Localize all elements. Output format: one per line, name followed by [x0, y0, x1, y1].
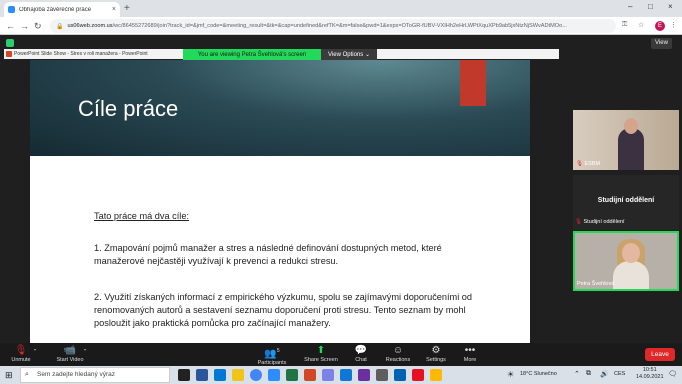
- clock-time: 10:51: [642, 367, 657, 373]
- notifications-icon[interactable]: 🗨: [668, 370, 677, 378]
- participant-name-esbm: 🎙 ESBM: [576, 161, 600, 167]
- onenote-app-icon[interactable]: [358, 369, 370, 381]
- participant-name-petra: Petra Švehlová: [577, 281, 615, 287]
- view-options-label: View Options: [328, 52, 364, 58]
- teams-app-icon[interactable]: [322, 369, 334, 381]
- maximize-button[interactable]: □: [648, 2, 653, 11]
- slide-point-2: 2. Využití získaných informací z empiric…: [94, 292, 473, 328]
- participants-icon: 👥5: [264, 348, 280, 360]
- weather-text[interactable]: 18°C Slunečno: [520, 371, 557, 377]
- profile-avatar[interactable]: E: [655, 21, 665, 31]
- tab-close-icon[interactable]: ×: [112, 6, 116, 13]
- clock-date: 14.09.2021: [636, 374, 664, 380]
- url-domain: us06web.zoom.us: [67, 23, 113, 29]
- language-indicator[interactable]: CES: [614, 371, 625, 377]
- view-button[interactable]: View: [651, 38, 672, 49]
- windows-taskbar: ⊞ ⌕ Sem zadejte hledaný výraz ☀ 18°C Slu…: [0, 366, 682, 384]
- reload-icon[interactable]: ↻: [34, 20, 42, 32]
- leave-button[interactable]: Leave: [645, 348, 675, 361]
- audio-options-chevron-icon[interactable]: ⌃: [30, 349, 40, 355]
- participant-head: [624, 118, 638, 134]
- close-window-button[interactable]: ×: [668, 2, 673, 11]
- powerpoint-app-icon[interactable]: [304, 369, 316, 381]
- shared-slide: Cíle práce Tato práce má dva cíle: 1. Zm…: [30, 60, 530, 354]
- app-icon-2[interactable]: [394, 369, 406, 381]
- settings-label: Settings: [426, 357, 446, 363]
- security-shield-icon[interactable]: [6, 39, 14, 47]
- participant-name-esbm-text: ESBM: [584, 161, 601, 167]
- screen: Obhajoba závěrečné práce × + – □ × ← → ↻…: [0, 0, 682, 384]
- reactions-label: Reactions: [385, 357, 411, 363]
- participants-button[interactable]: 👥5 Participants: [247, 345, 297, 366]
- excel-app-icon[interactable]: [286, 369, 298, 381]
- participants-count: 5: [276, 348, 280, 354]
- taskbar-search-placeholder: Sem zadejte hledaný výraz: [37, 371, 116, 378]
- minimize-button[interactable]: –: [628, 2, 632, 11]
- forward-icon[interactable]: →: [20, 20, 29, 32]
- outlook-app-icon[interactable]: [340, 369, 352, 381]
- chevron-down-icon: ⌄: [364, 52, 370, 58]
- key-icon[interactable]: ⚿: [622, 21, 627, 29]
- url-path: /wc/86455272689/join?track_id=&jmf_code=…: [112, 23, 567, 29]
- system-clock[interactable]: 10:51 14.09.2021: [636, 367, 664, 381]
- more-label: More: [463, 357, 477, 363]
- zoom-favicon-icon: [8, 6, 15, 13]
- app-icon[interactable]: [376, 369, 388, 381]
- participant-name-studijni: Studijní oddělení: [597, 197, 655, 204]
- more-dots-icon: •••: [464, 345, 476, 356]
- tab-title: Obhajoba závěrečné práce: [19, 6, 92, 13]
- browser-tabstrip: Obhajoba závěrečné práce × + – □ ×: [0, 0, 682, 17]
- unmute-label: Unmute: [11, 357, 31, 363]
- participant-head: [622, 243, 640, 263]
- participant-figure: [613, 261, 649, 289]
- slide-heading: Tato práce má dva cíle:: [94, 211, 189, 221]
- zoom-toolbar: 🎙 Unmute ⌃ 📹 Start Video ⌃ 👥5 Participan…: [0, 343, 682, 366]
- back-icon[interactable]: ←: [6, 20, 15, 32]
- powerpoint-title: PowerPoint Slide Show - Stres v roli man…: [14, 51, 148, 57]
- start-video-label: Start Video: [56, 357, 84, 363]
- chat-label: Chat: [355, 357, 367, 363]
- weather-icon: ☀: [507, 370, 515, 379]
- edge-app-icon[interactable]: [214, 369, 226, 381]
- video-options-chevron-icon[interactable]: ⌃: [80, 349, 90, 355]
- mic-muted-icon: 🎙: [575, 219, 582, 225]
- lock-icon: 🔒: [56, 23, 64, 30]
- address-bar[interactable]: 🔒 us06web.zoom.us /wc/86455272689/join?t…: [50, 19, 616, 33]
- browser-toolbar: ← → ↻ 🔒 us06web.zoom.us /wc/86455272689/…: [0, 17, 682, 35]
- volume-icon[interactable]: 🔊: [600, 370, 609, 378]
- network-icon[interactable]: ⧉: [586, 370, 591, 378]
- participant-label-studijni-text: Studijní oddělení: [583, 219, 625, 225]
- participant-label-studijni: 🎙 Studijní oddělení: [575, 219, 625, 225]
- slide-point-1: 1. Zmapování pojmů manažer a stres a nás…: [94, 243, 442, 266]
- windows-start-icon[interactable]: ⊞: [5, 370, 13, 381]
- zoom-meeting-area: View PowerPoint Slide Show - Stres v rol…: [0, 35, 682, 354]
- tray-chevron-icon[interactable]: ⌃: [574, 370, 580, 378]
- powerpoint-icon: [6, 51, 12, 57]
- chrome-app-icon[interactable]: [250, 369, 262, 381]
- taskbar-search-box[interactable]: ⌕ Sem zadejte hledaný výraz: [20, 367, 170, 383]
- slide-body: Tato práce má dva cíle: 1. Zmapování poj…: [94, 210, 474, 330]
- star-icon[interactable]: ☆: [638, 21, 644, 29]
- slide-accent-bar: [460, 60, 486, 106]
- task-view-icon[interactable]: [178, 369, 190, 381]
- app-icon-3[interactable]: [412, 369, 424, 381]
- search-icon: ⌕: [25, 371, 29, 378]
- mic-muted-icon: 🎙: [576, 161, 583, 167]
- word-app-icon[interactable]: [196, 369, 208, 381]
- file-explorer-icon[interactable]: [232, 369, 244, 381]
- participant-video-esbm[interactable]: 🎙 ESBM: [573, 110, 679, 170]
- participant-video-petra[interactable]: Petra Švehlová: [573, 231, 679, 291]
- browser-menu-icon[interactable]: ⋮: [670, 21, 677, 29]
- zoom-app-icon[interactable]: [268, 369, 280, 381]
- new-tab-button[interactable]: +: [124, 3, 130, 15]
- more-button[interactable]: ••• More: [445, 345, 495, 363]
- app-icon-4[interactable]: [430, 369, 442, 381]
- share-screen-label: Share Screen: [304, 357, 338, 363]
- slide-title: Cíle práce: [78, 96, 179, 121]
- browser-tab[interactable]: Obhajoba závěrečné práce ×: [4, 2, 120, 17]
- participant-figure: [618, 128, 644, 170]
